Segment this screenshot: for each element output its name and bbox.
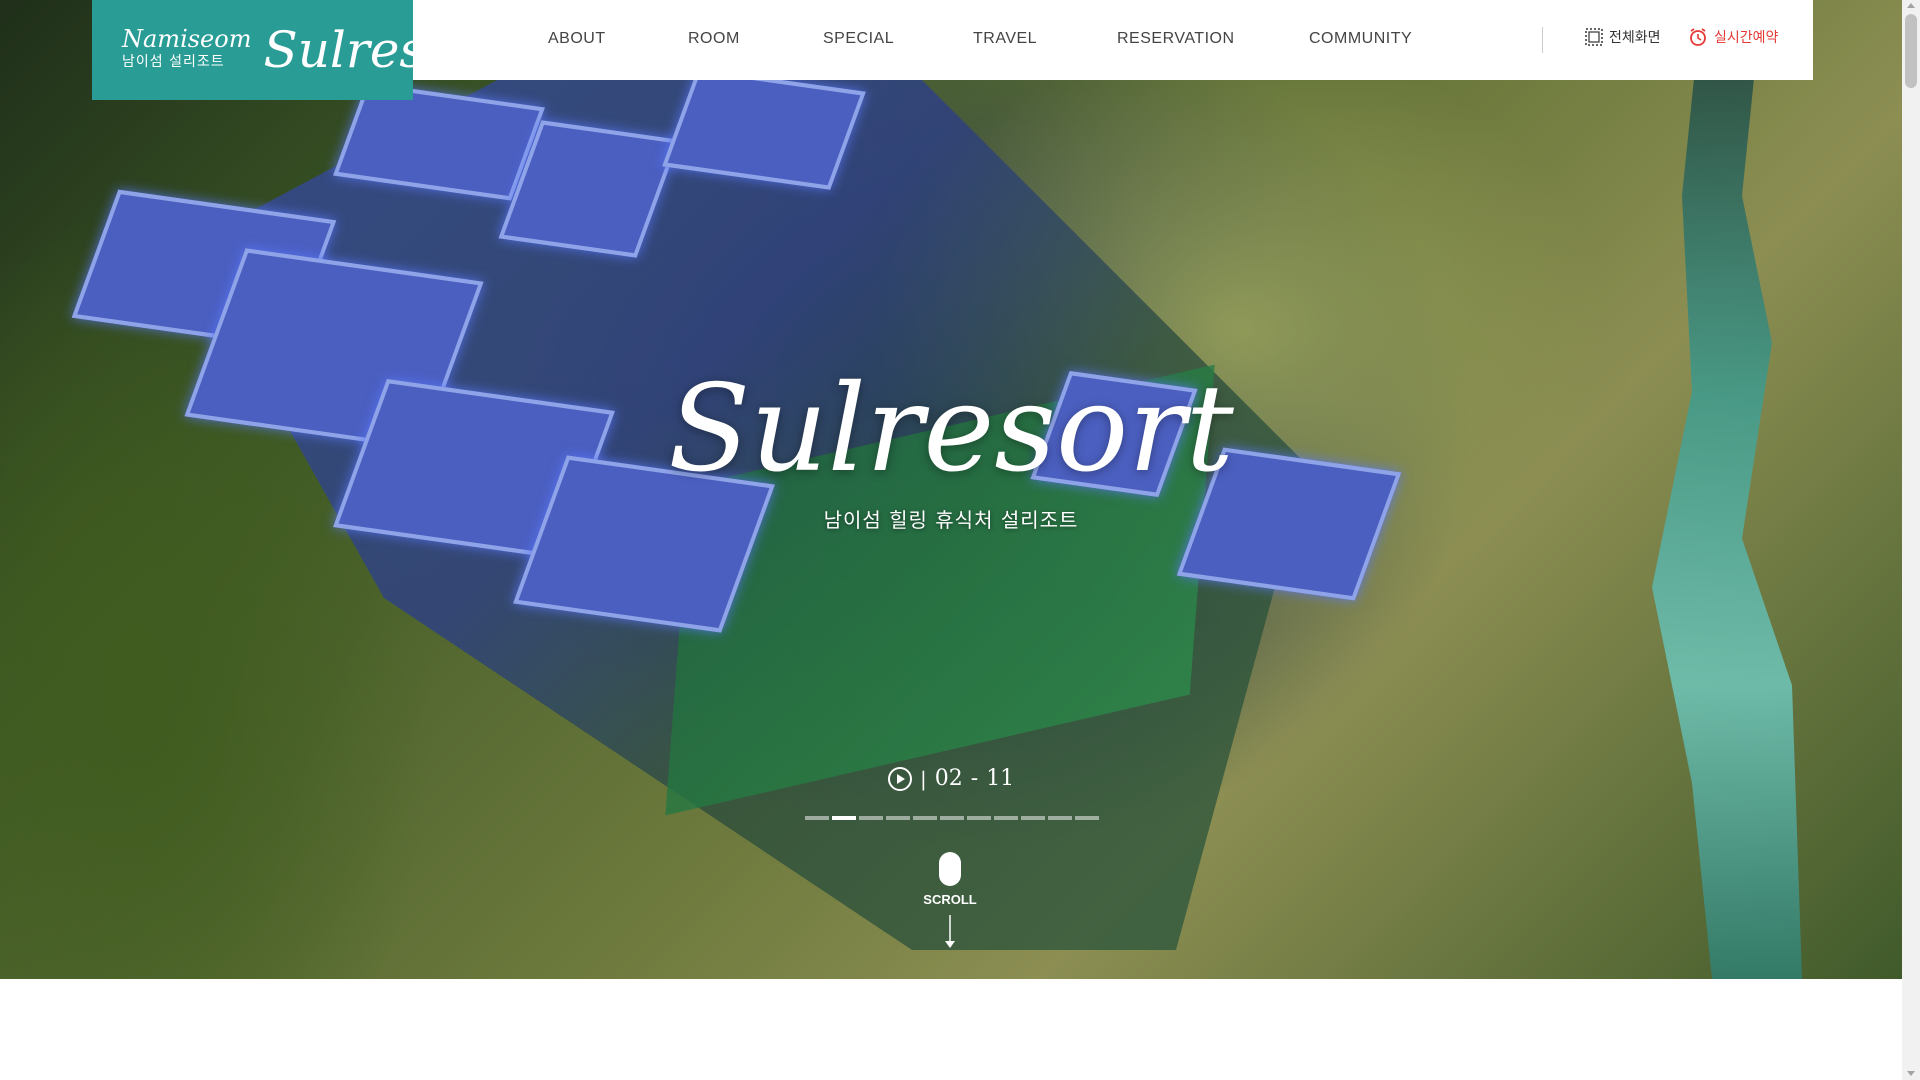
slide-current: 02 bbox=[934, 766, 963, 791]
slider-dot[interactable] bbox=[913, 816, 937, 820]
slider-dot[interactable] bbox=[859, 816, 883, 820]
site-logo[interactable]: Namiseom 남이섬 설리조트 Sulresort bbox=[92, 0, 499, 100]
slider-dot[interactable] bbox=[1048, 816, 1072, 820]
fullscreen-label: 전체화면 bbox=[1609, 30, 1661, 46]
slider-dot[interactable] bbox=[805, 816, 829, 820]
hero-subtitle: 남이섬 힐링 휴식처 설리조트 bbox=[823, 508, 1079, 532]
nav-item-reservation[interactable]: RESERVATION bbox=[1117, 30, 1235, 48]
slider-controls: | 02 - 11 bbox=[888, 766, 1014, 791]
fullscreen-button[interactable]: 전체화면 bbox=[1585, 27, 1661, 47]
mouse-icon bbox=[939, 852, 961, 886]
slider-dot[interactable] bbox=[1021, 816, 1045, 820]
page-scrollbar[interactable] bbox=[1902, 0, 1920, 1080]
play-icon[interactable] bbox=[888, 766, 912, 791]
scroll-down-icon[interactable] bbox=[1907, 1071, 1915, 1076]
fullscreen-icon bbox=[1585, 28, 1603, 46]
slider-dot[interactable] bbox=[994, 816, 1018, 820]
slider-dot[interactable] bbox=[886, 816, 910, 820]
slide-separator: - bbox=[970, 766, 979, 791]
nav-item-about[interactable]: ABOUT bbox=[548, 30, 606, 48]
nav-item-travel[interactable]: TRAVEL bbox=[973, 30, 1037, 48]
scroll-label: SCROLL bbox=[923, 892, 977, 907]
slider-dot[interactable] bbox=[1075, 816, 1099, 820]
realtime-reservation-button[interactable]: 실시간예약 bbox=[1688, 27, 1778, 47]
nav-item-community[interactable]: COMMUNITY bbox=[1309, 30, 1412, 48]
slider-dot[interactable] bbox=[832, 816, 856, 820]
slider-pagination bbox=[805, 816, 1102, 820]
slider-dot[interactable] bbox=[967, 816, 991, 820]
hero-title: Sulresort bbox=[668, 360, 1234, 499]
scrollbar-thumb[interactable] bbox=[1905, 14, 1917, 88]
top-nav-bar: ABOUT ROOM SPECIAL TRAVEL RESERVATION CO… bbox=[413, 0, 1813, 80]
slider-dot[interactable] bbox=[940, 816, 964, 820]
logo-brand-small: Namiseom bbox=[122, 25, 252, 53]
scroll-up-icon[interactable] bbox=[1907, 3, 1915, 8]
nav-item-room[interactable]: ROOM bbox=[688, 30, 740, 48]
logo-brand-korean: 남이섬 설리조트 bbox=[122, 54, 225, 70]
slider-pipe: | bbox=[920, 766, 927, 791]
nav-divider bbox=[1542, 27, 1543, 53]
alarm-clock-icon bbox=[1690, 28, 1706, 46]
nav-item-special[interactable]: SPECIAL bbox=[823, 30, 894, 48]
logo-left: Namiseom 남이섬 설리조트 bbox=[122, 27, 251, 73]
slide-total: 11 bbox=[986, 766, 1015, 791]
scroll-indicator[interactable]: SCROLL bbox=[923, 852, 977, 949]
arrow-down-icon bbox=[945, 915, 955, 948]
reservation-label: 실시간예약 bbox=[1714, 30, 1779, 46]
